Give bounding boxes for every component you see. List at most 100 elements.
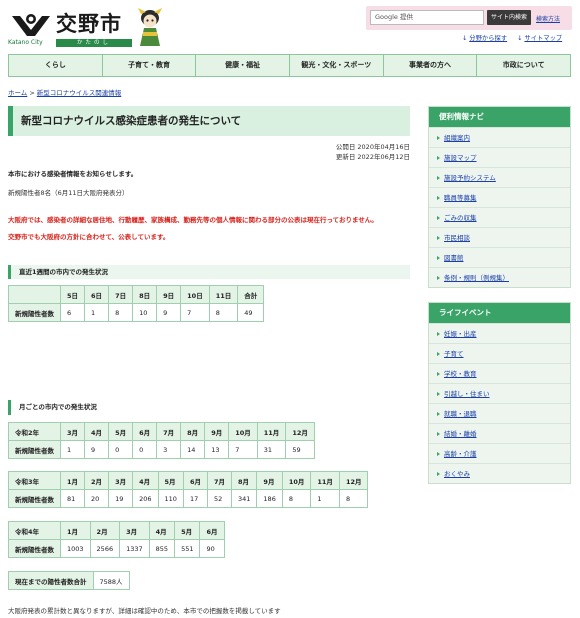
table-cell: 52: [206, 489, 233, 508]
search-placeholder: Google 提供: [375, 13, 413, 21]
table-header: 8月: [230, 471, 258, 490]
sidebar-heading: ライフイベント: [429, 303, 570, 323]
nav-item-tourism[interactable]: 観光・文化・スポーツ: [290, 55, 384, 76]
table-cell: 9: [156, 303, 182, 322]
sidebar-link[interactable]: ごみの収集: [444, 214, 477, 222]
sidebar-link[interactable]: 組織案内: [444, 134, 470, 142]
site-search-button[interactable]: サイト内検索: [487, 10, 531, 25]
nav-item-health[interactable]: 健康・福祉: [196, 55, 291, 76]
table-header: 8月: [180, 422, 206, 441]
sidebar-item-consultation[interactable]: 市民相談: [429, 227, 570, 247]
table-header: 2月: [89, 521, 121, 540]
table-row: 令和3年 1月 2月 3月 4月 5月 6月 7月 8月 9月 10月 11月 …: [8, 471, 369, 490]
sidebar-link[interactable]: おくやみ: [444, 470, 470, 478]
table-header: 2月: [84, 471, 110, 490]
main-content: 新型コロナウイルス感染症患者の発生について 公開日 2020年04月16日 更新…: [8, 106, 410, 322]
row-label: 新規陽性者数: [8, 539, 61, 558]
search-input[interactable]: Google 提供: [370, 10, 484, 25]
table-header: 12月: [338, 471, 369, 490]
table-row: 令和4年 1月 2月 3月 4月 5月 6月: [8, 521, 225, 540]
table-cell: 1337: [119, 539, 150, 558]
reiwa3-table: 令和3年 1月 2月 3月 4月 5月 6月 7月 8月 9月 10月 11月 …: [8, 471, 369, 508]
table-cell: 8: [108, 303, 134, 322]
nav-item-childcare[interactable]: 子育て・教育: [103, 55, 197, 76]
sidebar-link[interactable]: 引越し・住まい: [444, 390, 490, 398]
table-header: 6月: [182, 471, 208, 490]
sidebar-item-condolence[interactable]: おくやみ: [429, 463, 570, 483]
table-header: 10日: [180, 285, 210, 304]
table-cell: 20: [84, 489, 110, 508]
sidebar-item-reservation[interactable]: 施設予約システム: [429, 167, 570, 187]
table-header: 4月: [148, 521, 176, 540]
table-cell: 6: [59, 303, 86, 322]
sidebar-link[interactable]: 図書館: [444, 254, 464, 262]
table-cell: 59: [285, 440, 315, 459]
sidebar-link[interactable]: 学校・教育: [444, 370, 477, 378]
sidebar-item-ordinances[interactable]: 条例・規則（例規集）: [429, 267, 570, 287]
life-events-nav: ライフイベント 妊娠・出産 子育て 学校・教育 引越し・住まい 就職・退職 結婚…: [428, 302, 571, 484]
table-row: 新規陽性者数 1 9 0 0 3 14 13 7 31 59: [8, 440, 315, 459]
sidebar-link[interactable]: 就職・退職: [444, 410, 477, 418]
bullet-icon: [437, 256, 440, 260]
total-table: 現在までの陽性者数合計 7588人: [8, 571, 130, 590]
sidebar-item-moving[interactable]: 引越し・住まい: [429, 383, 570, 403]
sidebar-link[interactable]: 市民相談: [444, 234, 470, 242]
browse-by-category-link[interactable]: 分野から探す: [469, 35, 507, 42]
logo-english: Katano City: [8, 39, 43, 46]
table-cell: 1003: [60, 539, 91, 558]
breadcrumb-home[interactable]: ホーム: [8, 89, 27, 97]
sidebar-item-school[interactable]: 学校・教育: [429, 363, 570, 383]
sidebar-item-childcare[interactable]: 子育て: [429, 343, 570, 363]
nav-item-business[interactable]: 事業者の方へ: [384, 55, 478, 76]
sidebar-link[interactable]: 施設マップ: [444, 154, 477, 162]
sidebar-item-garbage[interactable]: ごみの収集: [429, 207, 570, 227]
table-cell: 3: [156, 440, 182, 459]
sidebar-item-employment[interactable]: 就職・退職: [429, 403, 570, 423]
table-header: 7日: [108, 285, 134, 304]
sidebar-link[interactable]: 子育て: [444, 350, 464, 358]
global-nav: くらし 子育て・教育 健康・福祉 観光・文化・スポーツ 事業者の方へ 市政につい…: [8, 54, 571, 77]
sidebar-link[interactable]: 結婚・離婚: [444, 430, 477, 438]
table-header: 3月: [119, 521, 150, 540]
sidebar-item-library[interactable]: 図書館: [429, 247, 570, 267]
table-cell: 110: [157, 489, 184, 508]
bullet-icon: [437, 216, 440, 220]
table-cell: 31: [256, 440, 287, 459]
sidebar-link[interactable]: 妊娠・出産: [444, 330, 477, 338]
sidebar-link[interactable]: 職員等募集: [444, 194, 477, 202]
sitemap-link[interactable]: サイトマップ: [524, 35, 562, 42]
osaka-policy-notice: 大阪府では、感染者の詳細な居住地、行動履歴、家族構成、勤務先等の個人情報に関わる…: [8, 216, 378, 224]
table-header: 5月: [174, 521, 201, 540]
sidebar-item-facility-map[interactable]: 施設マップ: [429, 147, 570, 167]
sidebar-item-elderly[interactable]: 高齢・介護: [429, 443, 570, 463]
bullet-icon: [437, 352, 440, 356]
sidebar-item-pregnancy[interactable]: 妊娠・出産: [429, 323, 570, 343]
bullet-icon: [437, 432, 440, 436]
sidebar-item-recruitment[interactable]: 職員等募集: [429, 187, 570, 207]
sidebar-item-marriage[interactable]: 結婚・離婚: [429, 423, 570, 443]
search-howto-link[interactable]: 検索方法: [536, 14, 560, 23]
site-logo[interactable]: 交野市 Katano City かたのし: [8, 8, 162, 48]
table-corner: [8, 285, 61, 304]
katano-policy-notice: 交野市でも大阪府の方針に合わせて、公表しています。: [8, 233, 170, 241]
breadcrumb-current[interactable]: 新型コロナウイルス関連情報: [37, 89, 122, 97]
reiwa2-table: 令和2年 3月 4月 5月 6月 7月 8月 9月 10月 11月 12月 新規…: [8, 422, 315, 459]
useful-info-nav: 便利情報ナビ 組織案内 施設マップ 施設予約システム 職員等募集 ごみの収集 市…: [428, 106, 571, 288]
table-header: 8日: [132, 285, 158, 304]
search-area: Google 提供 サイト内検索 検索方法: [366, 6, 572, 30]
sidebar-link[interactable]: 条例・規則（例規集）: [444, 274, 509, 282]
nav-item-citygov[interactable]: 市政について: [477, 55, 570, 76]
year-label: 令和3年: [8, 471, 61, 490]
mascot-icon: [138, 8, 162, 46]
table-header: 12月: [285, 422, 315, 441]
sidebar-link[interactable]: 高齢・介護: [444, 450, 477, 458]
table-header: 1月: [60, 521, 91, 540]
table-header: 10月: [228, 422, 258, 441]
nav-item-kurashi[interactable]: くらし: [9, 55, 103, 76]
sidebar-link[interactable]: 施設予約システム: [444, 174, 496, 182]
table-cell: 8: [338, 489, 369, 508]
table-cell: 206: [132, 489, 159, 508]
table-row: 5日 6日 7日 8日 9日 10日 11日 合計: [8, 285, 265, 304]
week-section-heading: 直近1週間の市内での発生状況: [8, 265, 410, 279]
sidebar-item-organization[interactable]: 組織案内: [429, 127, 570, 147]
